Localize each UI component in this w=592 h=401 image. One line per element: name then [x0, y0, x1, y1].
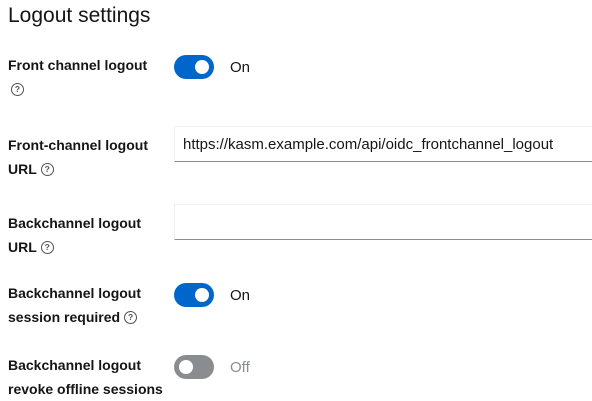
backchannel-session-required-label-line1: Backchannel logout [8, 285, 142, 301]
backchannel-session-required-label: Backchannel logout session required? [8, 281, 168, 329]
front-channel-logout-toggle-row: On [174, 55, 250, 79]
front-channel-logout-url-label-line1: Front-channel logout [8, 137, 148, 153]
logout-settings-section: Logout settings Front channel logout ? O… [0, 0, 592, 401]
backchannel-logout-url-label-line1: Backchannel logout [8, 215, 142, 231]
backchannel-revoke-offline-label-line1: Backchannel logout [8, 357, 142, 373]
help-icon[interactable]: ? [40, 162, 54, 176]
backchannel-logout-url-label-line2: URL [8, 239, 37, 255]
switch-knob [195, 288, 209, 302]
front-channel-logout-label-text: Front channel logout [8, 57, 148, 73]
backchannel-session-required-toggle-row: On [174, 283, 250, 307]
help-icon[interactable]: ? [11, 82, 24, 96]
front-channel-logout-url-input[interactable] [174, 126, 592, 162]
help-icon[interactable]: ? [40, 240, 54, 254]
backchannel-revoke-offline-state: Off [230, 358, 250, 376]
backchannel-session-required-state: On [230, 286, 251, 304]
front-channel-logout-switch[interactable] [174, 55, 214, 79]
switch-knob [195, 60, 209, 74]
backchannel-revoke-offline-switch[interactable] [174, 355, 214, 379]
backchannel-session-required-switch[interactable] [174, 283, 214, 307]
front-channel-logout-url-label-line2: URL [8, 161, 37, 177]
backchannel-revoke-offline-label: Backchannel logout revoke offline sessio… [8, 353, 168, 401]
help-icon[interactable]: ? [124, 310, 138, 324]
backchannel-session-required-label-line2: session required [8, 309, 121, 325]
front-channel-logout-state: On [230, 58, 251, 76]
backchannel-logout-url-label: Backchannel logout URL? [8, 211, 168, 259]
backchannel-revoke-offline-label-line2: revoke offline sessions [8, 381, 163, 397]
backchannel-logout-url-input[interactable] [174, 204, 592, 240]
front-channel-logout-label: Front channel logout ? [8, 53, 168, 101]
switch-knob [179, 360, 193, 374]
backchannel-revoke-offline-toggle-row: Off [174, 355, 250, 379]
front-channel-logout-url-label: Front-channel logout URL? [8, 133, 168, 181]
section-title: Logout settings [8, 4, 151, 27]
